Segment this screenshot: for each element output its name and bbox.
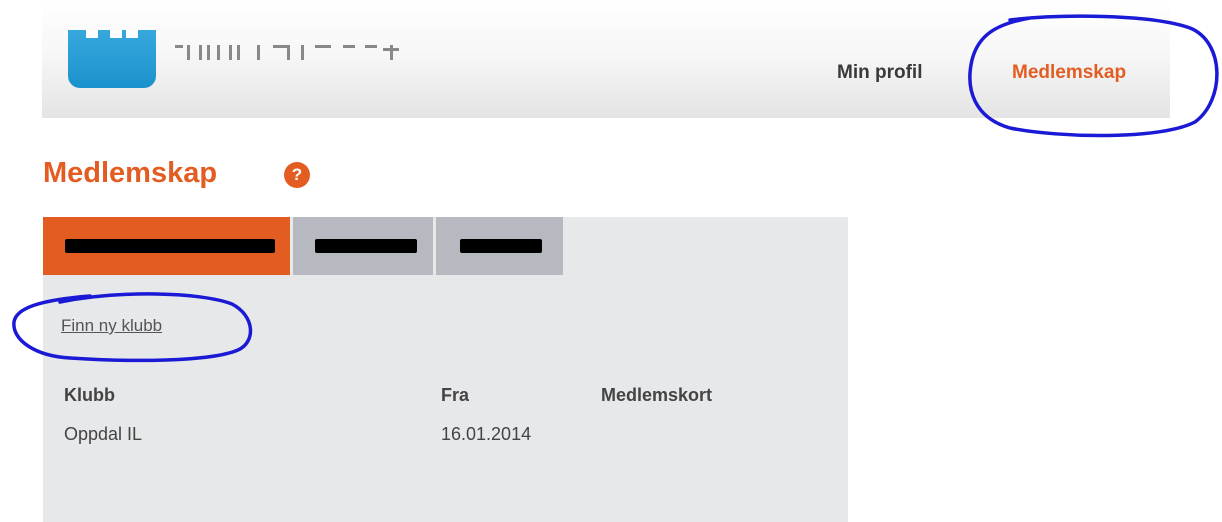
redaction-mark <box>65 239 275 253</box>
find-new-club-link[interactable]: Finn ny klubb <box>61 316 162 336</box>
column-header-membership-card: Medlemskort <box>601 385 713 405</box>
table-cell-club: Oppdal IL <box>64 424 143 444</box>
tab-second[interactable] <box>293 217 433 275</box>
logo-mark-part <box>126 30 138 38</box>
redaction-mark <box>460 239 542 253</box>
table-cell-from: 16.01.2014 <box>441 424 532 444</box>
page-title: Medlemskap <box>43 157 218 189</box>
logo-mark-part <box>86 30 98 38</box>
redaction-mark <box>315 239 417 253</box>
tab-active[interactable] <box>43 217 290 275</box>
column-header-club: Klubb <box>64 385 115 405</box>
column-header-from: Fra <box>441 385 470 405</box>
logo-mark-part <box>110 30 122 38</box>
membership-panel: Finn ny klubb Klubb Fra Medlemskort Oppd… <box>43 217 848 522</box>
nav-medlemskap[interactable]: Medlemskap <box>1012 62 1126 84</box>
screen: Min profil Medlemskap Medlemskap ? Finn … <box>0 0 1222 522</box>
logo-wordmark <box>175 45 399 60</box>
tab-third[interactable] <box>436 217 563 275</box>
nav-min-profil[interactable]: Min profil <box>837 62 922 84</box>
logo-icon[interactable] <box>68 30 156 88</box>
help-icon[interactable]: ? <box>284 162 310 188</box>
